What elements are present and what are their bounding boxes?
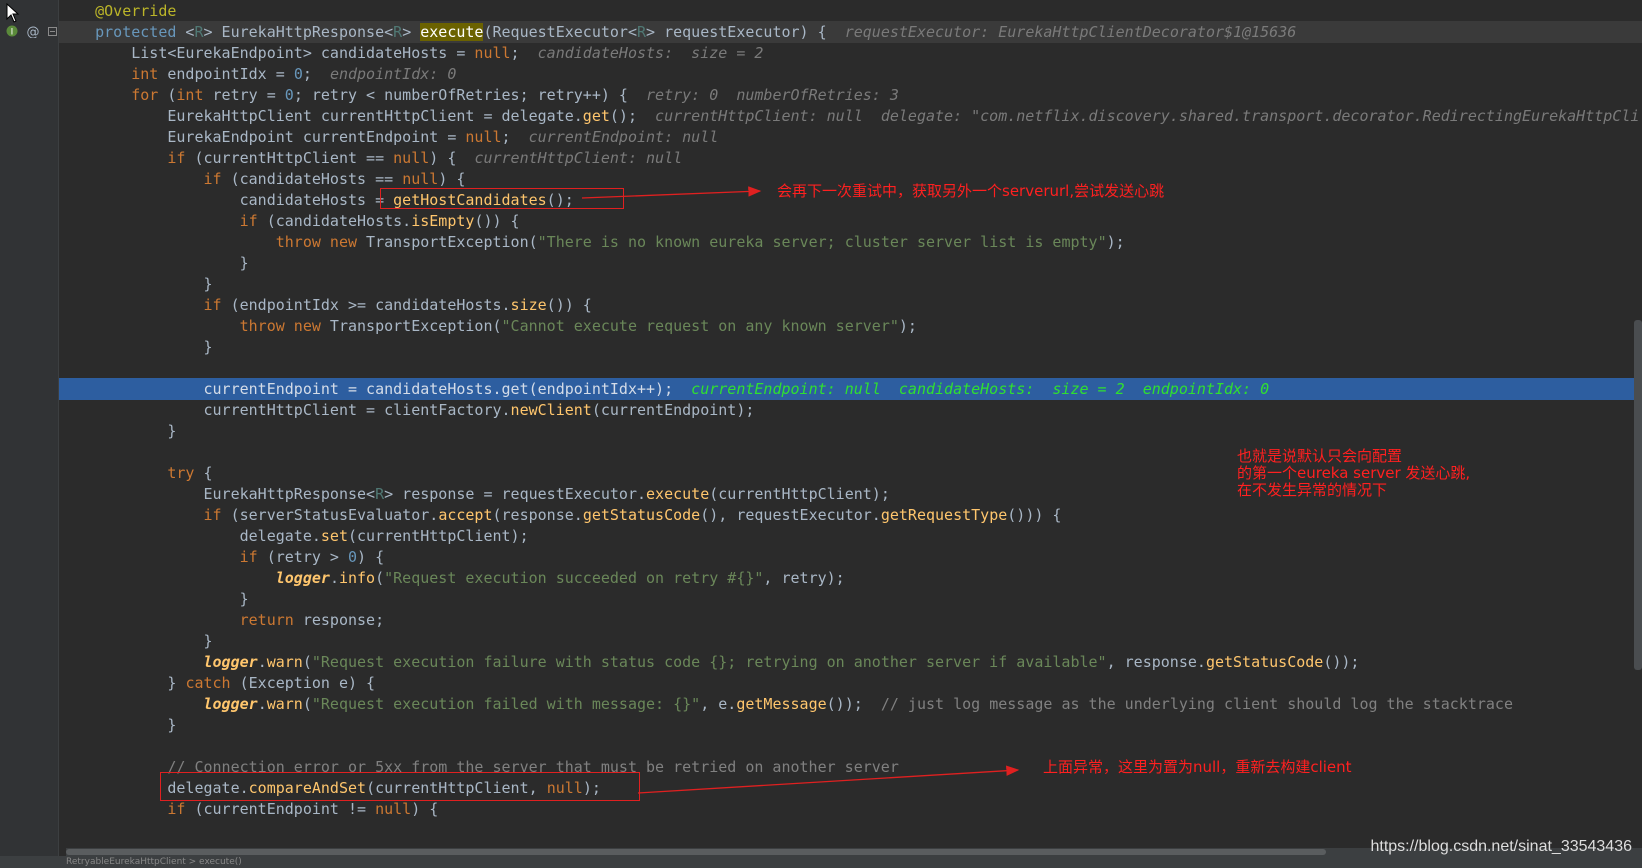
watermark: https://blog.csdn.net/sinat_33543436	[1370, 838, 1632, 855]
vertical-scrollbar[interactable]	[1634, 320, 1642, 670]
breadcrumb-bar[interactable]: RetryableEurekaHttpClient > execute()	[0, 856, 1642, 868]
arrow-to-null-note	[637, 765, 1020, 794]
annotation-note-reset-null: 上面异常，这里为置为null，重新去构建client	[1043, 758, 1352, 776]
annotation-arrows	[581, 186, 1020, 794]
annotation-note-default-first: 也就是说默认只会向配置 的第一个eureka server 发送心跳, 在不发生…	[1237, 447, 1471, 499]
horizontal-scrollbar-thumb[interactable]	[66, 849, 1326, 855]
arrow-to-retry-note	[581, 186, 762, 199]
annotation-note-retry: 会再下一次重试中，获取另外一个serverurl,尝试发送心跳	[777, 182, 1165, 200]
